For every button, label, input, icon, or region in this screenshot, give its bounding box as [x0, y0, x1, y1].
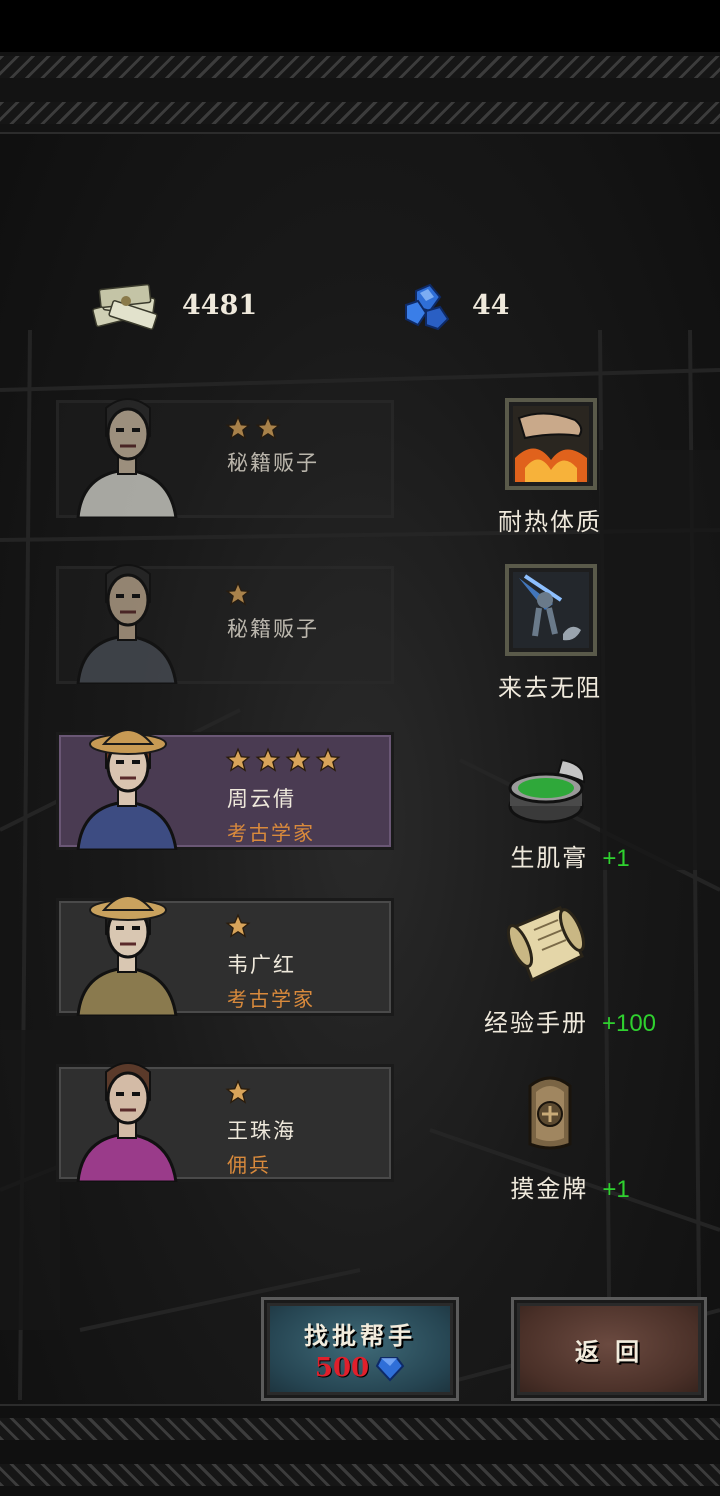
status-bar — [0, 0, 720, 52]
recruit-helper-button[interactable]: 找批帮手 500 — [264, 1300, 456, 1398]
reward-name: 摸金牌 — [510, 1175, 589, 1203]
top-frame — [0, 52, 720, 134]
hero-name: 周云倩 — [227, 787, 296, 811]
hero-card[interactable]: 秘籍贩子 — [56, 398, 394, 518]
blue-gem-icon — [375, 1356, 405, 1381]
gem-value: 44 — [472, 289, 510, 321]
star-icon — [315, 747, 341, 772]
money-value: 4481 — [182, 289, 258, 321]
ointment-tin-icon[interactable] — [502, 750, 594, 834]
money-counter: 4481 — [90, 280, 257, 330]
amulet-icon[interactable] — [520, 1072, 580, 1156]
recruit-button-label: 找批帮手 — [304, 1320, 416, 1350]
hero-card[interactable]: 周云倩 考古学家 — [56, 729, 394, 850]
star-icon — [285, 747, 311, 772]
reward-name: 来去无阻 — [498, 674, 602, 702]
hero-portrait — [76, 1062, 178, 1182]
cash-stack-icon — [92, 283, 158, 330]
hero-card[interactable]: 韦广红 考古学家 — [56, 895, 394, 1016]
hero-name: 秘籍贩子 — [227, 617, 319, 641]
recruit-cost-value: 500 — [314, 1352, 370, 1383]
hero-portrait — [76, 564, 178, 684]
hero-stars — [225, 913, 251, 939]
hero-class: 考古学家 — [227, 987, 315, 1011]
star-icon — [225, 913, 251, 938]
bottom-frame — [0, 1404, 720, 1496]
star-icon — [225, 1079, 251, 1104]
reward-label: 生肌膏 +1 — [420, 838, 720, 873]
fire-arm-skill-icon[interactable] — [505, 398, 597, 494]
reward-label: 经验手册 +100 — [420, 1003, 720, 1038]
hero-class: 考古学家 — [227, 821, 315, 845]
reward-name: 生肌膏 — [510, 844, 589, 872]
reward-bonus: +1 — [602, 845, 630, 872]
dash-skill-icon[interactable] — [505, 564, 597, 660]
hero-portrait — [76, 398, 178, 518]
screen: 4481 44 秘籍贩子 秘籍贩子 周云倩 考古学家 韦广红 考古学家 王珠海 佣兵 耐热体质… — [0, 0, 720, 1496]
hero-name: 韦广红 — [227, 953, 296, 977]
hero-card[interactable]: 秘籍贩子 — [56, 564, 394, 684]
recruit-cost: 500 — [315, 1353, 405, 1383]
hero-name: 王珠海 — [227, 1119, 296, 1143]
reward-bonus: +100 — [601, 1010, 657, 1037]
hero-card[interactable]: 王珠海 佣兵 — [56, 1062, 394, 1182]
gem-counter: 44 — [400, 280, 510, 331]
reward-label: 摸金牌 +1 — [420, 1169, 720, 1204]
back-button-label: 返 回 — [574, 1336, 644, 1366]
hero-name: 秘籍贩子 — [227, 451, 319, 475]
hero-portrait — [76, 729, 178, 850]
reward-name: 经验手册 — [483, 1009, 588, 1037]
back-button[interactable]: 返 回 — [514, 1300, 704, 1398]
reward-name: 耐热体质 — [498, 508, 602, 536]
reward-label: 耐热体质 — [400, 502, 700, 537]
hero-class: 佣兵 — [227, 1153, 271, 1177]
hero-stars — [225, 1079, 251, 1105]
hero-stars — [225, 415, 281, 441]
hero-portrait — [76, 895, 178, 1016]
star-icon — [225, 747, 251, 772]
star-icon — [255, 747, 281, 772]
scroll-icon[interactable] — [496, 900, 592, 994]
star-icon — [255, 415, 281, 440]
hero-stars — [225, 581, 251, 607]
star-icon — [225, 415, 251, 440]
reward-label: 来去无阻 — [400, 668, 700, 703]
star-icon — [225, 581, 251, 606]
hero-stars — [225, 747, 341, 773]
reward-bonus: +1 — [602, 1176, 630, 1203]
blue-gem-icon — [405, 283, 450, 331]
